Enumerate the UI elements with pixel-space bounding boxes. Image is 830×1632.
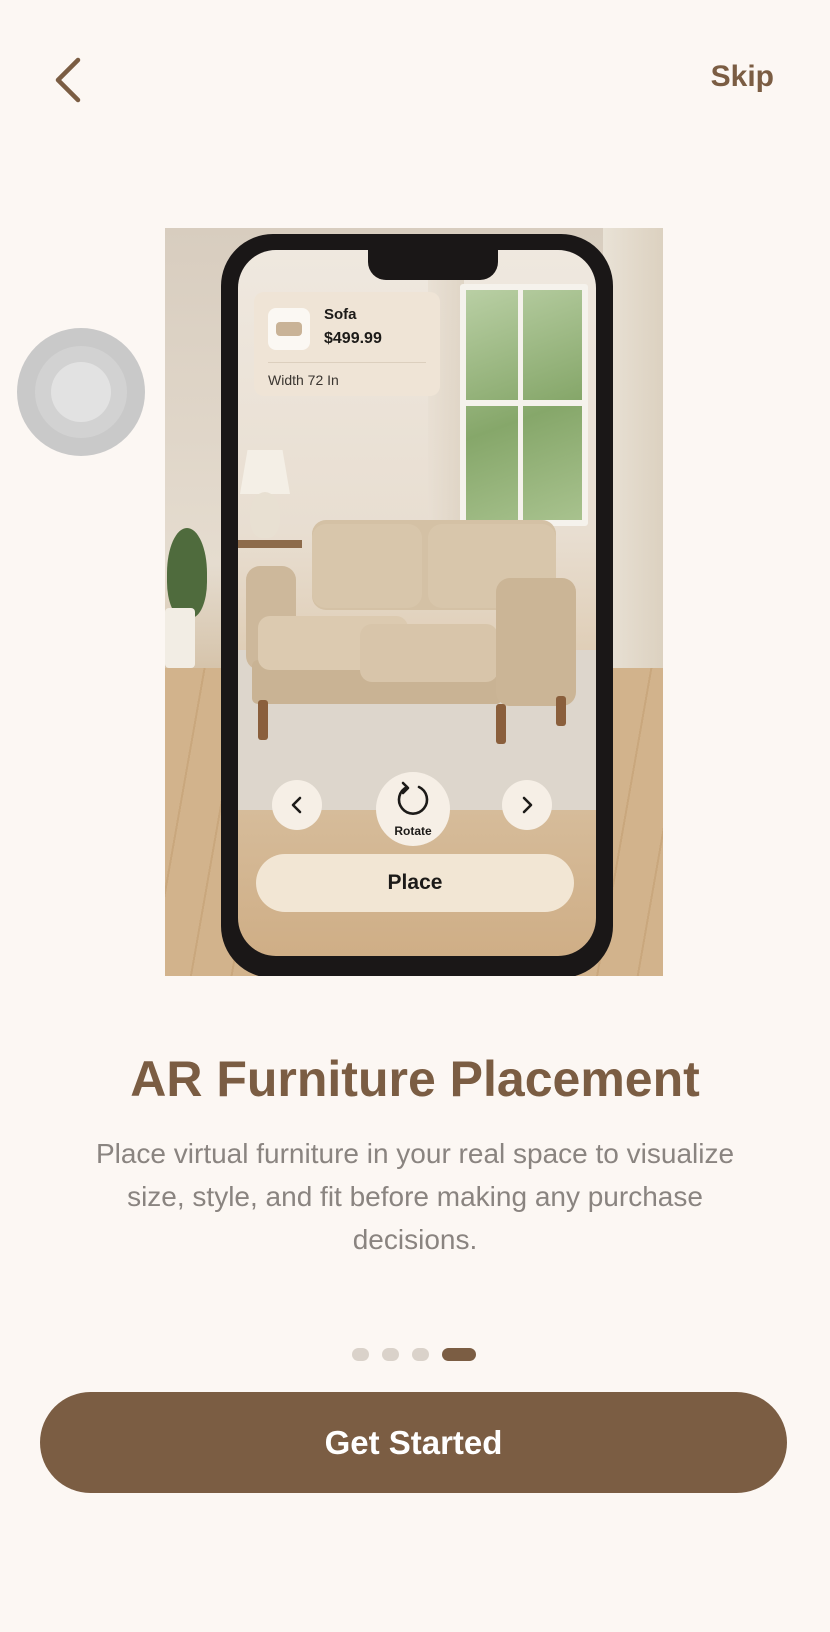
- rotate-label: Rotate: [394, 824, 432, 838]
- phone-notch: [368, 250, 498, 280]
- product-width: Width 72 In: [268, 372, 339, 388]
- page-title: AR Furniture Placement: [130, 1051, 700, 1107]
- page-description: Place virtual furniture in your real spa…: [95, 1138, 735, 1255]
- divider: [268, 362, 426, 363]
- plant-pot: [165, 608, 195, 668]
- next-button[interactable]: [502, 780, 552, 830]
- lamp-shade: [240, 450, 290, 494]
- chevron-left-icon: [55, 57, 81, 103]
- product-thumbnail: [268, 308, 310, 350]
- page-dot-active[interactable]: [442, 1348, 476, 1361]
- product-card: Sofa $499.99 Width 72 In: [254, 292, 440, 396]
- product-name: Sofa: [324, 306, 357, 323]
- phone-screen: Sofa $499.99 Width 72 In Rotate Place: [238, 250, 596, 956]
- page-dot[interactable]: [382, 1348, 399, 1361]
- plant-leaves: [167, 528, 207, 618]
- chevron-right-icon: [522, 796, 533, 814]
- phone-mockup: Sofa $499.99 Width 72 In Rotate Place: [221, 234, 613, 976]
- product-price: $499.99: [324, 330, 382, 347]
- page-dot[interactable]: [412, 1348, 429, 1361]
- previous-button[interactable]: [272, 780, 322, 830]
- rotate-icon: [397, 781, 429, 815]
- chevron-left-icon: [291, 796, 302, 814]
- page-dot[interactable]: [352, 1348, 369, 1361]
- place-button[interactable]: Place: [256, 854, 574, 912]
- ar-illustration: Sofa $499.99 Width 72 In Rotate Place: [165, 228, 663, 976]
- rotate-button[interactable]: Rotate: [376, 772, 450, 846]
- get-started-button[interactable]: Get Started: [40, 1392, 787, 1493]
- window: [460, 284, 588, 526]
- assistive-touch-core: [51, 362, 111, 422]
- skip-button[interactable]: Skip: [711, 60, 774, 94]
- back-button[interactable]: [48, 52, 96, 108]
- assistive-touch-button[interactable]: [17, 328, 145, 456]
- sofa-model: [238, 520, 588, 760]
